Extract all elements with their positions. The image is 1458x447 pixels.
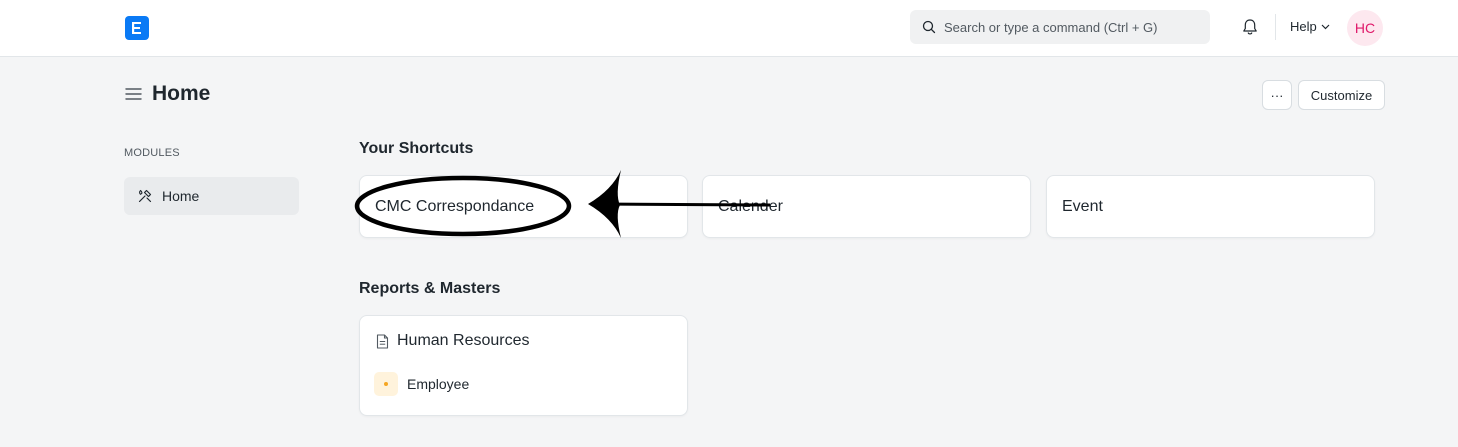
app-logo[interactable] [125, 16, 149, 40]
chevron-down-icon [1321, 24, 1330, 29]
navbar-divider [1275, 14, 1276, 40]
report-link-label: Employee [407, 376, 470, 392]
help-label: Help [1290, 19, 1317, 34]
navbar: Help HC [0, 0, 1458, 57]
shortcut-label: Event [1062, 197, 1103, 215]
shortcut-label: CMC Correspondance [375, 197, 535, 215]
shortcut-card-cmc-correspondance[interactable]: CMC Correspondance [359, 175, 688, 238]
avatar-initials: HC [1354, 20, 1376, 36]
more-options-button[interactable]: ··· [1262, 80, 1292, 110]
report-link-employee[interactable]: Employee [374, 372, 469, 396]
help-dropdown[interactable]: Help [1290, 19, 1330, 34]
e-logo-icon [132, 22, 141, 34]
link-dot-icon [374, 372, 398, 396]
customize-button[interactable]: Customize [1298, 80, 1385, 110]
search-icon [922, 20, 936, 34]
document-icon [376, 333, 389, 349]
shortcut-label: Calender [718, 197, 783, 215]
notification-bell-icon[interactable] [1240, 17, 1260, 37]
reports-heading: Reports & Masters [359, 280, 501, 297]
shortcut-card-calender[interactable]: Calender [702, 175, 1031, 238]
shortcuts-heading: Your Shortcuts [359, 140, 474, 157]
sidebar-item-label: Home [162, 188, 200, 204]
more-options-label: ··· [1270, 87, 1284, 103]
customize-label: Customize [1310, 87, 1373, 103]
search-input[interactable] [944, 19, 1194, 35]
sidebar-toggle-icon[interactable] [125, 86, 142, 102]
search-bar[interactable] [910, 10, 1210, 44]
report-card-human-resources: Human Resources Employee [359, 315, 688, 416]
report-card-title: Human Resources [397, 332, 530, 349]
report-card-header[interactable]: Human Resources [376, 332, 530, 350]
page-title: Home [152, 82, 211, 105]
tools-icon [138, 189, 152, 203]
sidebar-item-home[interactable]: Home [124, 177, 299, 215]
sidebar-section-label: MODULES [124, 147, 180, 159]
user-avatar[interactable]: HC [1347, 10, 1383, 46]
shortcut-card-event[interactable]: Event [1046, 175, 1375, 238]
